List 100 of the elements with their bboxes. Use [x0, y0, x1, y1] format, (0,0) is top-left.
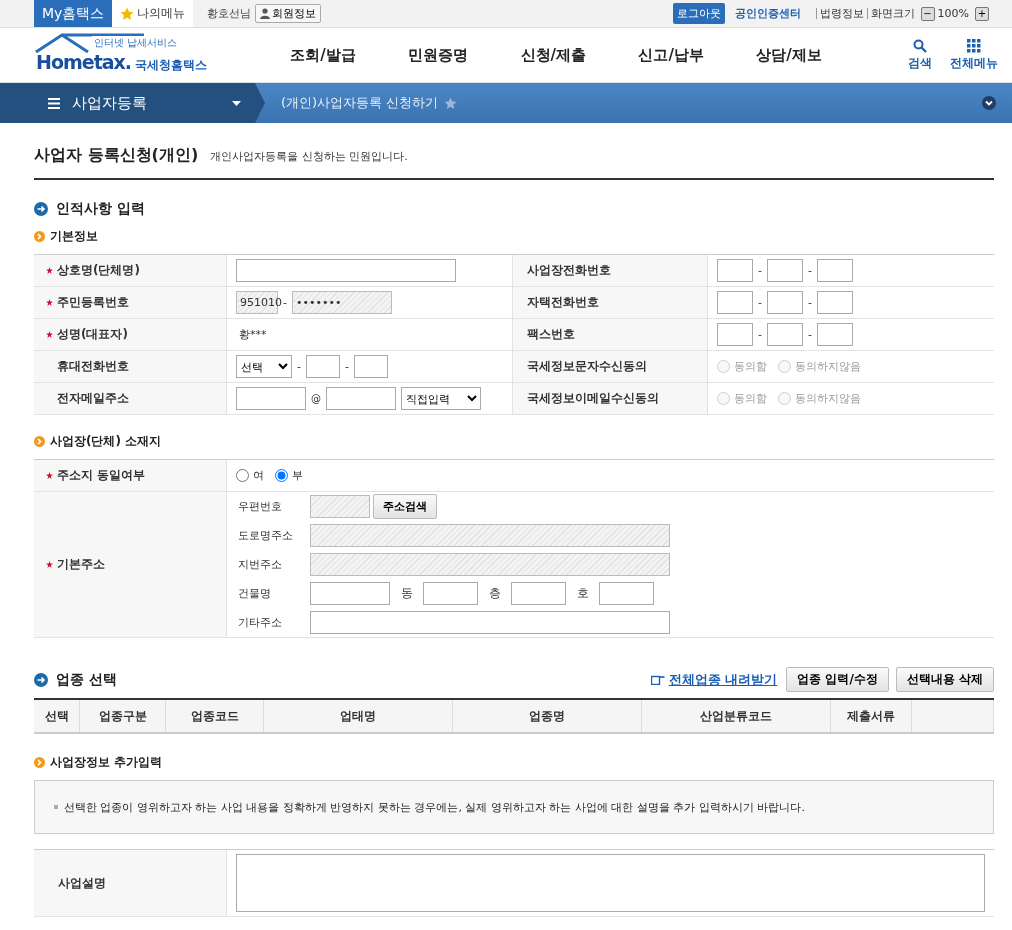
main-menu-item[interactable]: 신고/납부 [638, 45, 704, 65]
field-label: 도로명주소 [238, 527, 294, 543]
email-id-field[interactable] [236, 387, 306, 410]
radio-button[interactable] [236, 469, 249, 482]
lot-address-field[interactable] [310, 552, 670, 576]
main-menu-item[interactable]: 민원증명 [408, 45, 469, 65]
arrow-circle-icon [34, 202, 48, 216]
user-name: 황호선님 [207, 6, 252, 21]
radio-label: 동의함 [734, 359, 767, 374]
field-label: 호 [575, 584, 590, 602]
section-title: 인적사항 입력 [56, 200, 145, 218]
separator-text: - [758, 328, 762, 341]
chevron-circle-icon [34, 231, 45, 242]
my-hometax-tab[interactable]: My홈택스 [34, 0, 113, 27]
field-label: 사업장전화번호 [527, 262, 611, 279]
ho-field[interactable] [599, 581, 654, 605]
building-field[interactable] [310, 581, 390, 605]
email-domain-field[interactable] [326, 387, 396, 410]
certificate-center-link[interactable]: 공인인증센터 [734, 6, 801, 21]
zoom-in-button[interactable]: + [975, 6, 989, 21]
field-label: 우편번호 [238, 498, 283, 514]
dong-field[interactable] [423, 581, 478, 605]
download-link[interactable]: 전체업종 내려받기 [668, 670, 778, 689]
subsection-title: 사업장(단체) 소재지 [50, 433, 162, 450]
zoom-out-button[interactable]: − [920, 6, 935, 21]
main-menu-item[interactable]: 신청/제출 [520, 45, 586, 65]
search-icon [913, 38, 927, 53]
address-search-button[interactable]: 주소검색 [373, 493, 437, 519]
column-header: 선택 [34, 700, 80, 732]
column-header: 산업분류코드 [642, 700, 831, 732]
page-description: 개인사업자등록을 신청하는 민원입니다. [210, 149, 408, 164]
chevron-circle-icon [34, 436, 45, 447]
breadcrumb-item[interactable]: (개인)사업자등록 신청하기 [281, 94, 439, 112]
page-title: 사업자 등록신청(개인) [34, 145, 199, 166]
separator-text: - [297, 360, 301, 373]
road-address-field[interactable] [310, 523, 670, 547]
field-label: 상호명(단체명) [57, 262, 140, 279]
separator-text: - [758, 296, 762, 309]
other-address-field[interactable] [310, 610, 670, 634]
prefix-dropdown[interactable]: 선택 [236, 355, 292, 378]
field-label: 전자메일주소 [57, 390, 129, 407]
action-button[interactable]: 업종 입력/수정 [786, 667, 889, 692]
search-button[interactable]: 검색 [908, 38, 932, 72]
all-menu-button[interactable]: 전체메뉴 [950, 38, 998, 72]
masked-field[interactable]: ••••••• [292, 291, 392, 314]
separator-text: - [808, 296, 812, 309]
radio-label: 동의함 [734, 391, 767, 406]
caret-icon [232, 100, 241, 106]
radio-label: 동의하지않음 [795, 359, 861, 374]
my-menu-tab[interactable]: 나의메뉴 [112, 0, 194, 27]
notice-text: 선택한 업종이 영위하고자 하는 사업 내용을 정확하게 반영하지 못하는 경우에는, 실제 영위하고자 하는 사업에 대한 설명을 추가 입력하시기 바랍니다. [64, 799, 805, 815]
separator-text: - [283, 296, 287, 309]
radio-button[interactable] [275, 469, 288, 482]
action-button[interactable]: 선택내용 삭제 [895, 667, 994, 692]
description-field[interactable] [236, 854, 985, 912]
field-label: 주민등록번호 [57, 294, 129, 311]
field-label: 건물명 [238, 585, 272, 601]
column-header: 업종명 [453, 700, 642, 732]
phone-field[interactable] [767, 323, 803, 346]
logo-name: 국세청홈택스 [135, 57, 207, 74]
phone-field[interactable] [767, 259, 803, 282]
legal-info-link[interactable]: 법령정보 [819, 6, 864, 21]
separator-text: - [345, 360, 349, 373]
phone-field[interactable] [717, 259, 753, 282]
person-icon [260, 8, 271, 19]
phone-field[interactable] [306, 355, 340, 378]
separator-text: - [808, 264, 812, 277]
star-icon [120, 6, 135, 21]
main-menu-item[interactable]: 상담/제보 [756, 45, 822, 65]
column-header: 업종구분 [80, 700, 166, 732]
floor-field[interactable] [511, 581, 566, 605]
phone-field[interactable] [816, 323, 853, 346]
field-label: 국세정보문자수신동의 [527, 358, 647, 375]
screen-size-label: 화면크기 [870, 6, 915, 21]
radio-label: 부 [292, 468, 303, 483]
phone-field[interactable] [717, 291, 753, 314]
subsection-title: 사업장정보 추가입력 [50, 754, 163, 771]
phone-field[interactable] [717, 323, 753, 346]
phone-field[interactable] [767, 291, 803, 314]
field-label: 팩스번호 [527, 326, 575, 343]
menu-icon [48, 97, 60, 109]
field-label: 동 [399, 584, 414, 602]
domain-dropdown[interactable]: 직접입력 [401, 387, 481, 410]
phone-field[interactable] [816, 259, 853, 282]
star-icon[interactable] [444, 96, 458, 110]
expand-icon[interactable] [982, 96, 996, 110]
logout-button[interactable]: 로그아웃 [672, 3, 725, 24]
phone-field[interactable] [353, 355, 388, 378]
phone-field[interactable] [816, 291, 853, 314]
name-value: 황*** [238, 327, 267, 342]
main-menu-item[interactable]: 조회/발급 [290, 45, 356, 65]
field-label: 사업설명 [58, 874, 106, 892]
column-header: 업태명 [264, 700, 453, 732]
text-field[interactable] [236, 259, 456, 282]
radio-label: 동의하지않음 [795, 391, 861, 406]
field-label: 휴대전화번호 [57, 358, 129, 375]
member-info-button[interactable]: 회원정보 [255, 4, 322, 23]
logo-tagline: 인터넷 납세서비스 [92, 36, 180, 50]
section-menu[interactable]: 사업자등록 [0, 83, 265, 123]
postcode-field[interactable] [310, 494, 370, 518]
